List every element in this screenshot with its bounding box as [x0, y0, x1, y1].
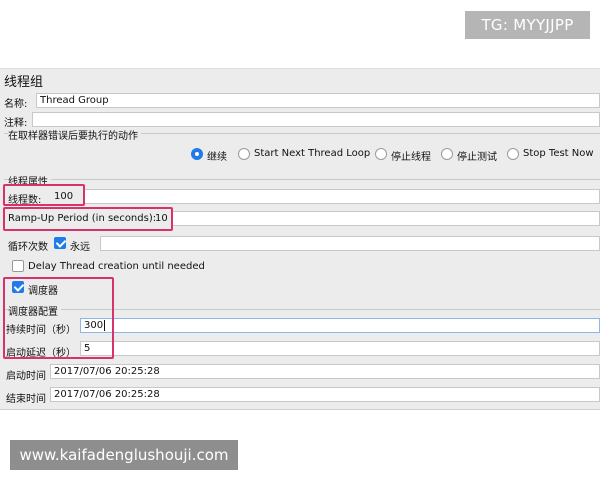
threads-field-extension[interactable] [84, 189, 600, 204]
highlight-scheduler [3, 277, 114, 359]
highlight-threads [3, 184, 85, 206]
radio-continue-label: 继续 [207, 152, 227, 163]
radio-stop-test[interactable] [441, 148, 453, 160]
panel-title: 线程组 [4, 75, 44, 90]
name-label: 名称: [4, 99, 28, 110]
end-time-field[interactable]: 2017/07/06 20:25:28 [50, 387, 600, 402]
delay-thread-label: Delay Thread creation until needed [28, 261, 205, 272]
highlight-rampup [3, 207, 173, 231]
radio-continue[interactable] [191, 148, 203, 160]
end-time-label: 结束时间 [6, 394, 46, 405]
name-field[interactable]: Thread Group [36, 93, 600, 108]
comment-field[interactable] [32, 112, 600, 127]
watermark: www.kaifadenglushouji.com [10, 440, 238, 470]
duration-field[interactable]: 300 [80, 318, 600, 333]
radio-stop-thread[interactable] [375, 148, 387, 160]
tg-badge: TG: MYYJJPP [465, 11, 590, 39]
delay-thread-checkbox[interactable] [12, 260, 24, 272]
radio-stop-test-label: 停止测试 [457, 152, 497, 163]
loop-count-field[interactable] [100, 236, 600, 251]
loop-label: 循环次数 [8, 242, 48, 253]
rampup-field-extension[interactable] [173, 211, 600, 226]
start-time-field[interactable]: 2017/07/06 20:25:28 [50, 364, 600, 379]
start-time-label: 启动时间 [6, 371, 46, 382]
radio-stop-test-now[interactable] [507, 148, 519, 160]
thread-group-panel: 线程组 名称: Thread Group 注释: 在取样器错误后要执行的动作 继… [0, 68, 600, 410]
radio-stop-thread-label: 停止线程 [391, 152, 431, 163]
sampler-error-group-title: 在取样器错误后要执行的动作 [8, 127, 141, 142]
thread-props-group-border [4, 179, 600, 180]
radio-start-next-loop-label: Start Next Thread Loop [254, 148, 371, 159]
startup-delay-field[interactable]: 5 [80, 341, 600, 356]
radio-stop-test-now-label: Stop Test Now [523, 148, 594, 159]
loop-forever-label: 永远 [70, 242, 90, 253]
radio-start-next-loop[interactable] [238, 148, 250, 160]
loop-forever-checkbox[interactable] [54, 237, 66, 249]
